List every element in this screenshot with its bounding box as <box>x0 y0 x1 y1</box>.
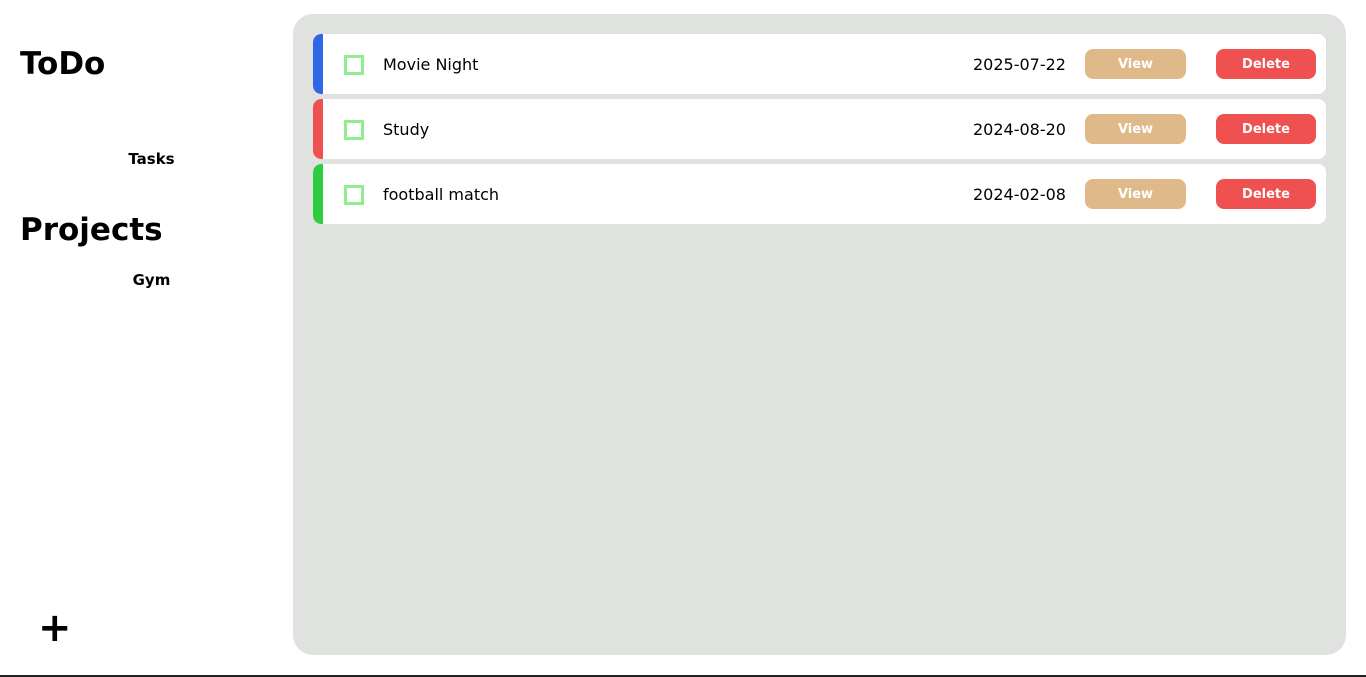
add-icon[interactable]: + <box>38 608 72 648</box>
task-due-date: 2024-02-08 <box>973 185 1066 204</box>
task-title: Study <box>383 120 430 139</box>
view-button[interactable]: View <box>1085 114 1186 144</box>
projects-heading: Projects <box>20 212 163 248</box>
priority-stripe <box>313 34 323 94</box>
priority-stripe <box>313 164 323 224</box>
task-checkbox[interactable] <box>344 120 364 140</box>
sidebar-item-project-gym[interactable]: Gym <box>0 271 303 289</box>
priority-stripe <box>313 99 323 159</box>
task-list: Movie Night 2025-07-22 View Delete Study… <box>313 34 1326 229</box>
task-title: football match <box>383 185 500 204</box>
delete-button[interactable]: Delete <box>1216 179 1316 209</box>
task-checkbox[interactable] <box>344 185 364 205</box>
delete-button[interactable]: Delete <box>1216 114 1316 144</box>
view-button[interactable]: View <box>1085 179 1186 209</box>
task-checkbox[interactable] <box>344 55 364 75</box>
app-title: ToDo <box>20 46 106 82</box>
task-row: Movie Night 2025-07-22 View Delete <box>313 34 1326 94</box>
view-button[interactable]: View <box>1085 49 1186 79</box>
task-title: Movie Night <box>383 55 479 74</box>
task-panel: Movie Night 2025-07-22 View Delete Study… <box>293 14 1346 655</box>
task-due-date: 2024-08-20 <box>973 120 1066 139</box>
app-root: ToDo Tasks Projects Gym + Movie Night 20… <box>0 0 1366 677</box>
task-due-date: 2025-07-22 <box>973 55 1066 74</box>
sidebar: ToDo Tasks Projects Gym + <box>0 0 293 677</box>
task-row: football match 2024-02-08 View Delete <box>313 164 1326 224</box>
sidebar-item-tasks[interactable]: Tasks <box>0 150 303 168</box>
task-row: Study 2024-08-20 View Delete <box>313 99 1326 159</box>
delete-button[interactable]: Delete <box>1216 49 1316 79</box>
